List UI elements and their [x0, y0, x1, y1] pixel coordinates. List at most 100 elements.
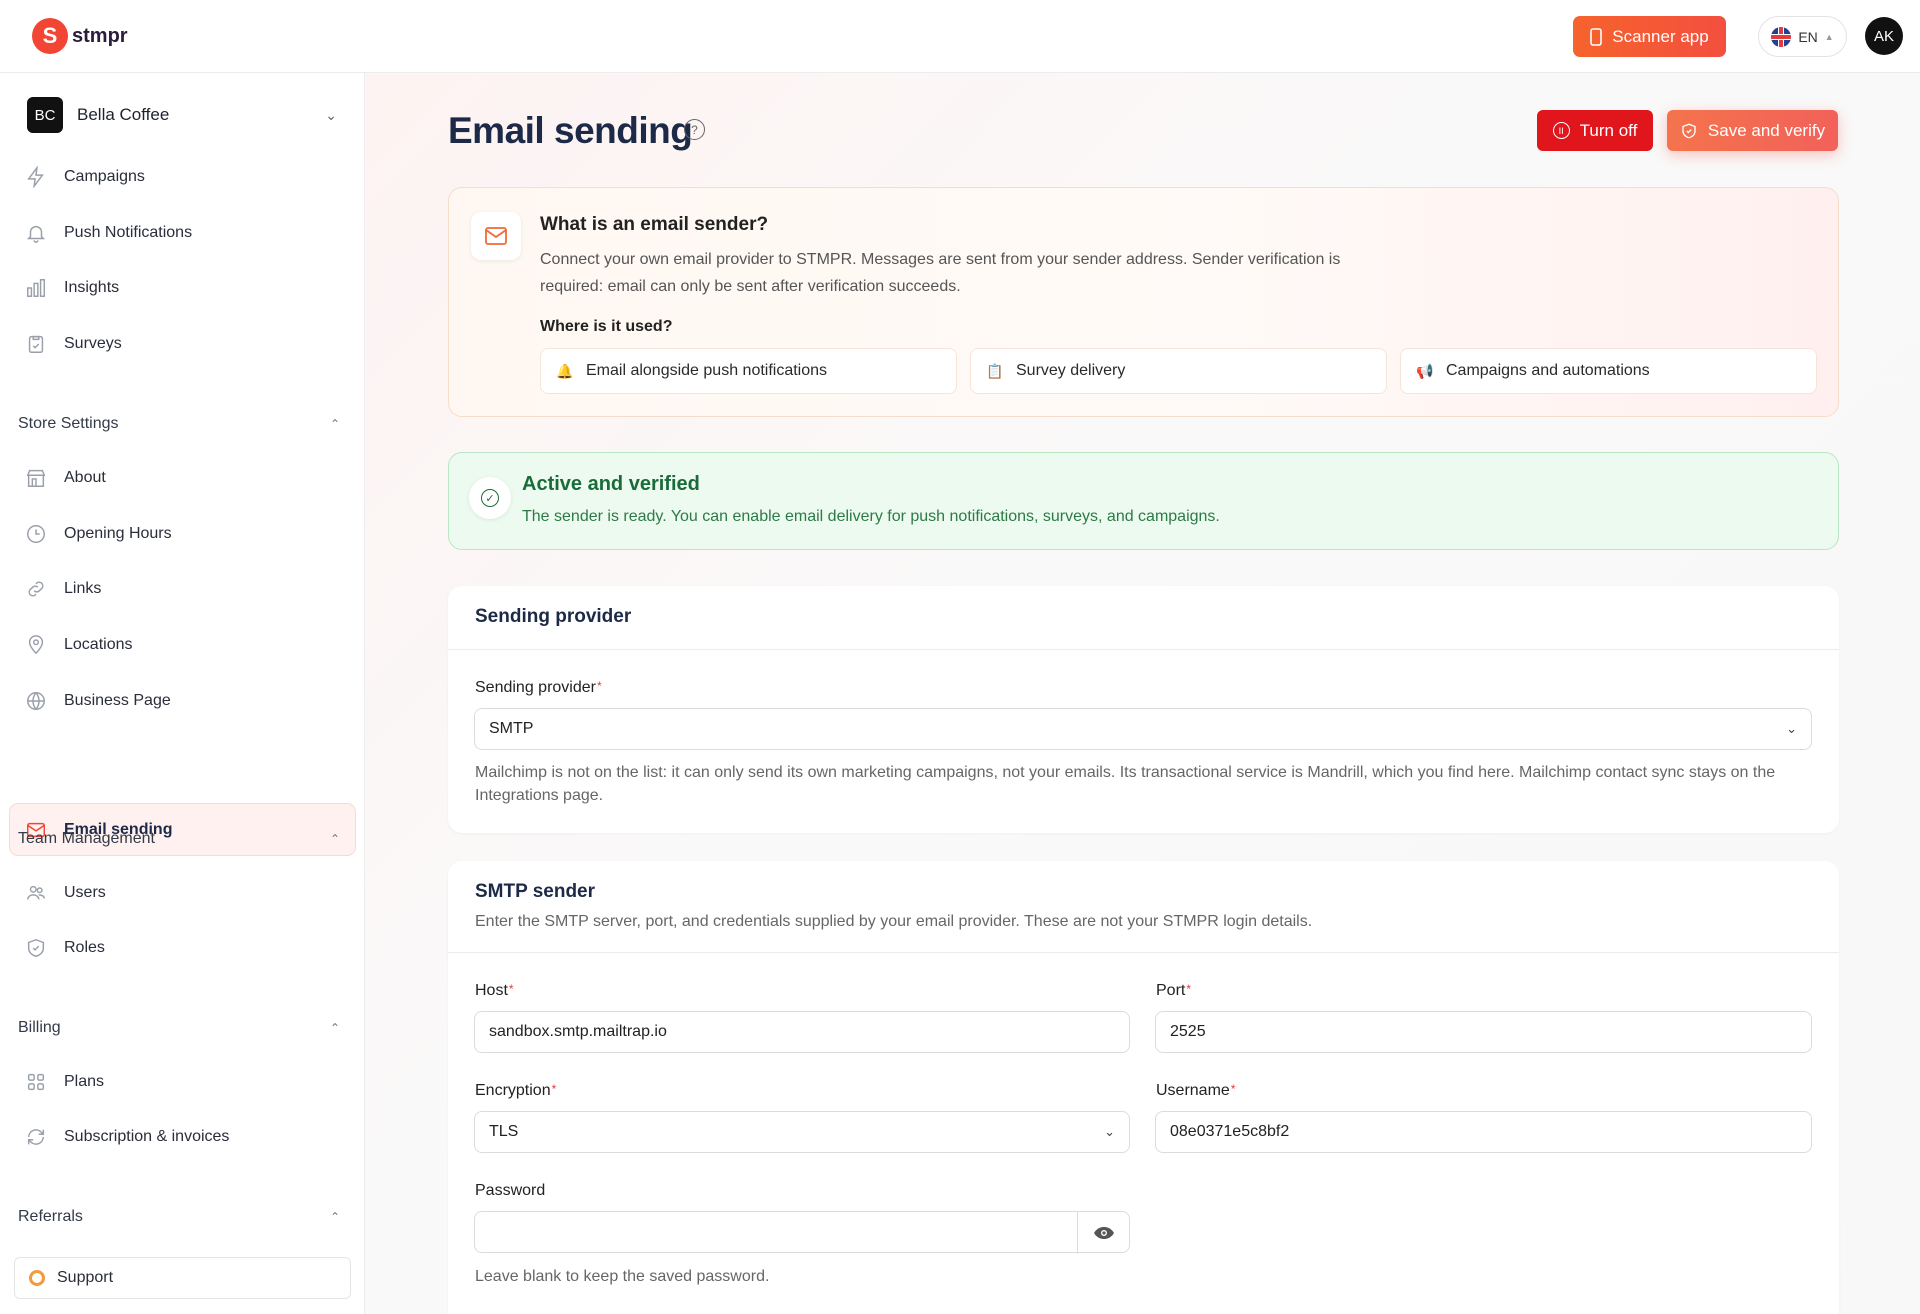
encryption-select[interactable]: TLS ⌄	[474, 1111, 1130, 1153]
sidebar-item-insights[interactable]: Insights	[24, 268, 344, 308]
sidebar-item-about[interactable]: About	[24, 458, 344, 498]
support-button[interactable]: Support	[14, 1257, 351, 1299]
sidebar-item-label: About	[64, 469, 106, 486]
org-name: Bella Coffee	[77, 105, 170, 124]
info-description: Connect your own email provider to STMPR…	[540, 251, 1341, 295]
host-input[interactable]: sandbox.smtp.mailtrap.io	[474, 1011, 1130, 1053]
status-title: Active and verified	[522, 473, 700, 495]
required-mark: *	[596, 679, 602, 693]
turn-off-button[interactable]: II Turn off	[1537, 110, 1653, 151]
sidebar-item-label: Opening Hours	[64, 525, 172, 542]
org-badge: BC	[27, 97, 63, 133]
smtp-sender-panel: SMTP sender Enter the SMTP server, port,…	[448, 861, 1839, 1314]
sidebar-item-push-notifications[interactable]: Push Notifications	[24, 213, 344, 253]
panel-header: SMTP sender Enter the SMTP server, port,…	[448, 861, 1839, 953]
clipboard-icon	[24, 332, 48, 356]
provider-label: Sending provider*	[475, 679, 602, 697]
sidebar-item-label: Surveys	[64, 335, 122, 352]
chevron-up-icon: ⌃	[329, 1021, 340, 1035]
eye-icon[interactable]	[1077, 1212, 1129, 1254]
port-value: 2525	[1170, 1023, 1206, 1040]
password-label: Password	[475, 1182, 546, 1199]
sidebar-item-label: Campaigns	[64, 168, 145, 185]
sidebar-item-label: Users	[64, 884, 106, 901]
provider-hint: Mailchimp is not on the list: it can onl…	[475, 764, 1776, 804]
pause-icon: II	[1552, 122, 1570, 139]
section-store-settings[interactable]: Store Settings ⌃	[18, 409, 340, 439]
sidebar-item-label: Plans	[64, 1073, 105, 1090]
save-and-verify-button[interactable]: Save and verify	[1667, 110, 1838, 151]
password-hint: Leave blank to keep the saved password.	[475, 1268, 770, 1285]
section-billing[interactable]: Billing ⌃	[18, 1013, 340, 1043]
panel-title: SMTP sender	[475, 881, 596, 902]
sidebar-item-roles[interactable]: Roles	[24, 928, 344, 968]
shield-icon	[24, 936, 48, 960]
status-description: The sender is ready. You can enable emai…	[522, 508, 1220, 525]
port-label-text: Port	[1156, 982, 1186, 999]
use-label: Campaigns and automations	[1446, 362, 1650, 379]
users-icon	[24, 881, 48, 905]
grid-icon	[24, 1070, 48, 1094]
sidebar-item-users[interactable]: Users	[24, 873, 344, 913]
uk-flag-icon	[1771, 26, 1792, 47]
org-switcher[interactable]: BC Bella Coffee ⌄	[27, 95, 345, 135]
port-input[interactable]: 2525	[1155, 1011, 1812, 1053]
required-mark: *	[551, 1082, 557, 1096]
pin-icon	[24, 633, 48, 657]
chevron-down-icon: ⌄	[325, 106, 337, 123]
shield-check-icon	[1682, 123, 1696, 138]
sending-provider-panel: Sending provider Sending provider* SMTP …	[448, 586, 1839, 833]
store-icon	[24, 466, 48, 490]
sidebar-item-surveys[interactable]: Surveys	[24, 324, 344, 364]
lightning-icon	[24, 165, 48, 189]
mail-icon	[471, 212, 521, 260]
section-title: Team Management	[18, 830, 155, 847]
logo[interactable]: S stmpr	[32, 18, 128, 54]
status-banner: ✓ Active and verified The sender is read…	[448, 452, 1839, 550]
section-referrals[interactable]: Referrals ⌃	[18, 1202, 340, 1232]
sidebar-item-opening-hours[interactable]: Opening Hours	[24, 514, 344, 554]
team-row-title[interactable]: Team Management ⌃	[18, 824, 340, 854]
sidebar-item-label: Business Page	[64, 692, 171, 709]
megaphone-icon: 📢	[1416, 362, 1434, 379]
bell-icon: 🔔	[556, 362, 574, 379]
section-title: Referrals	[18, 1208, 83, 1225]
panel-title: Sending provider	[475, 606, 632, 627]
section-title: Store Settings	[18, 415, 119, 432]
use-survey-delivery: 📋 Survey delivery	[970, 348, 1387, 394]
use-campaigns: 📢 Campaigns and automations	[1400, 348, 1817, 394]
phone-icon	[1590, 27, 1603, 46]
language-selector[interactable]: EN ▲	[1758, 16, 1847, 57]
sidebar-item-business-page[interactable]: Business Page	[24, 681, 344, 721]
panel-subtitle: Enter the SMTP server, port, and credent…	[475, 913, 1313, 930]
host-label: Host*	[475, 982, 514, 1000]
help-icon[interactable]: ?	[684, 119, 705, 140]
refresh-icon	[24, 1125, 48, 1149]
host-label-text: Host	[475, 982, 508, 999]
globe-icon	[24, 689, 48, 713]
password-input[interactable]	[474, 1211, 1130, 1254]
sidebar-item-links[interactable]: Links	[24, 569, 344, 609]
username-input[interactable]: 08e0371e5c8bf2	[1155, 1111, 1812, 1153]
sidebar-item-plans[interactable]: Plans	[24, 1062, 344, 1102]
avatar[interactable]: AK	[1865, 17, 1903, 55]
provider-select[interactable]: SMTP ⌄	[474, 708, 1812, 750]
port-label: Port*	[1156, 982, 1191, 1000]
support-label: Support	[57, 1269, 114, 1286]
info-subtitle: Where is it used?	[540, 318, 673, 335]
required-mark: *	[1230, 1082, 1236, 1096]
sidebar-item-subscription[interactable]: Subscription & invoices	[24, 1117, 344, 1157]
chevron-up-icon: ⌃	[329, 417, 340, 431]
sidebar-item-locations[interactable]: Locations	[24, 625, 344, 665]
scanner-app-label: Scanner app	[1612, 26, 1709, 46]
language-label: EN	[1798, 28, 1818, 45]
bell-icon	[24, 221, 48, 245]
scanner-app-button[interactable]: Scanner app	[1573, 16, 1726, 57]
username-label-text: Username	[1156, 1082, 1230, 1099]
use-label: Email alongside push notifications	[586, 362, 828, 379]
sidebar-item-campaigns[interactable]: Campaigns	[24, 157, 344, 197]
info-title: What is an email sender?	[540, 214, 769, 235]
chevron-down-icon: ⌄	[1786, 721, 1797, 736]
sidebar-item-label: Roles	[64, 939, 105, 956]
sidebar-item-label: Subscription & invoices	[64, 1128, 230, 1145]
